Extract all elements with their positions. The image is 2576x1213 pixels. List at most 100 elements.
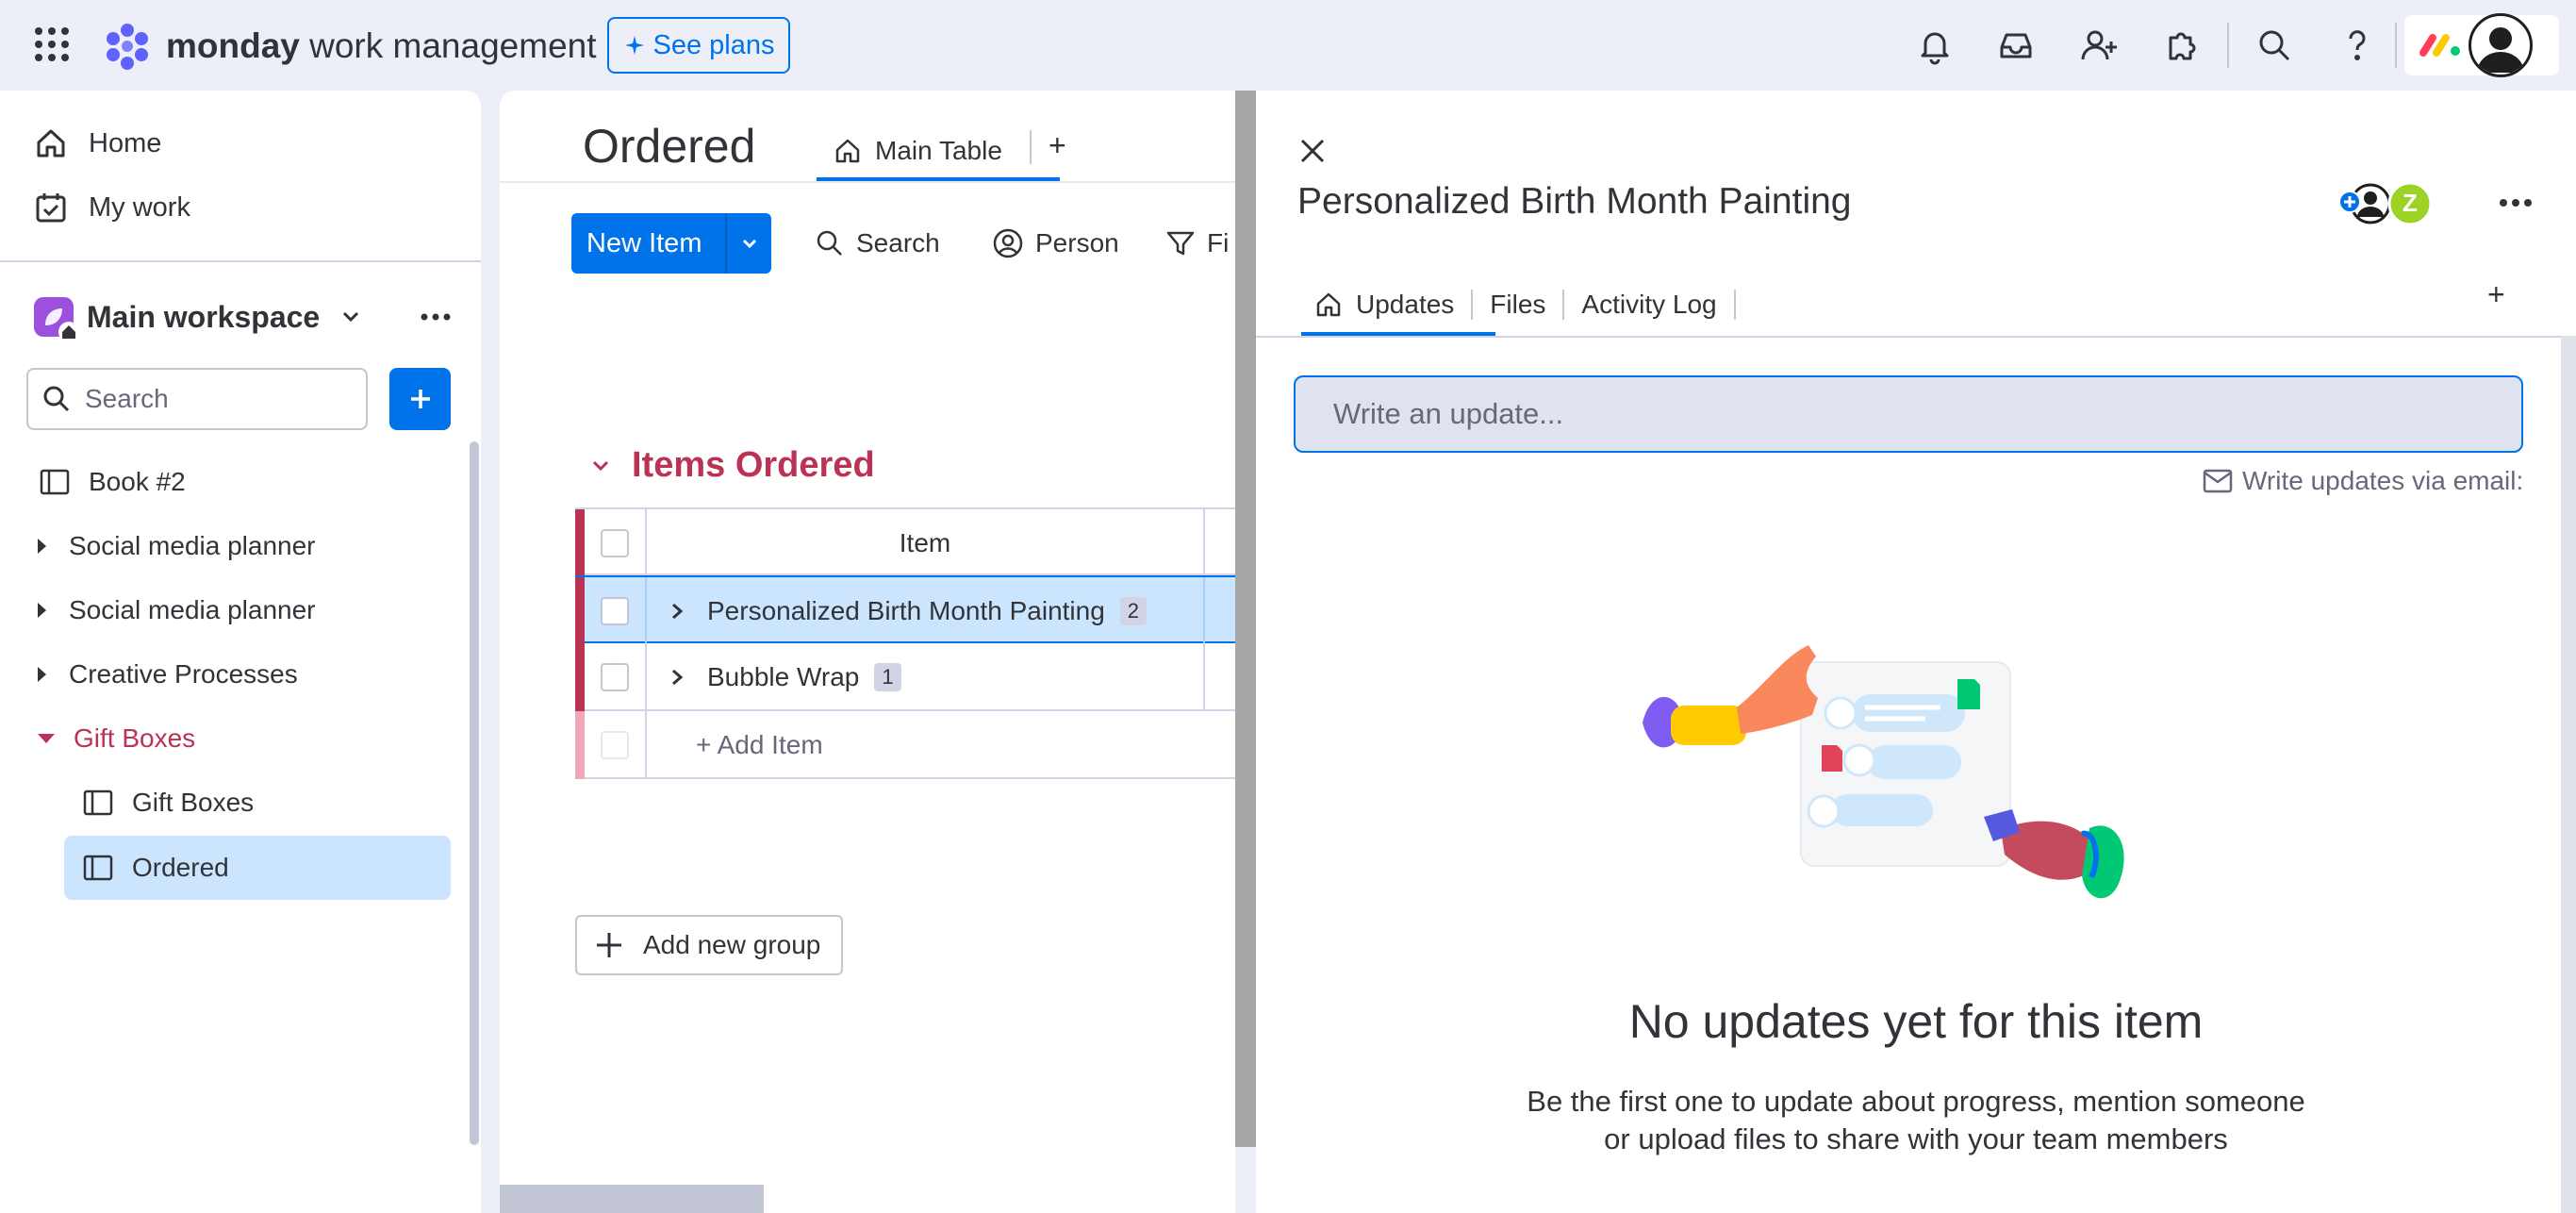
plus-icon — [597, 933, 621, 957]
invite-members-icon[interactable] — [2078, 25, 2120, 66]
sidebar-item-ordered[interactable]: Ordered — [64, 836, 451, 900]
search-icon — [817, 230, 842, 256]
home-icon — [1316, 292, 1341, 317]
item-name[interactable]: Bubble Wrap — [707, 662, 859, 692]
add-item-cell[interactable]: + Add Item — [647, 711, 1205, 779]
tab-files[interactable]: Files — [1473, 272, 1562, 338]
group-header[interactable]: Items Ordered — [588, 445, 875, 486]
calendar-check-icon — [36, 193, 66, 223]
empty-state-line: Be the first one to update about progres… — [1527, 1085, 2305, 1118]
person-filter-button[interactable]: Person — [992, 223, 1119, 264]
user-avatar[interactable] — [2469, 13, 2533, 77]
sidebar-item-book-2[interactable]: Book #2 — [40, 455, 186, 509]
add-board-button[interactable] — [389, 368, 451, 430]
search-tool-button[interactable]: Search — [815, 223, 940, 264]
envelope-icon — [2203, 469, 2233, 493]
plus-icon — [410, 390, 430, 408]
panel-tabs: Updates Files Activity Log — [1297, 272, 1736, 338]
sidebar-item-label: Ordered — [132, 853, 229, 882]
board-title[interactable]: Ordered — [583, 119, 755, 174]
chevron-down-icon[interactable] — [588, 454, 613, 478]
sidebar-folder-gift-boxes[interactable]: Gift Boxes — [38, 711, 195, 766]
home-icon — [37, 129, 65, 158]
search-icon[interactable] — [2254, 25, 2295, 66]
table-row[interactable]: Bubble Wrap 1 — [575, 643, 1235, 711]
chevron-down-icon — [742, 239, 756, 249]
row-checkbox[interactable] — [601, 663, 629, 691]
item-name-cell[interactable]: Bubble Wrap 1 — [647, 643, 1205, 711]
add-item-row[interactable]: + Add Item — [575, 711, 1235, 779]
subitem-count-badge[interactable]: 1 — [874, 663, 901, 691]
help-icon[interactable] — [2337, 25, 2378, 66]
tab-main-table[interactable]: Main Table — [817, 123, 1019, 179]
add-view-button[interactable]: + — [1049, 128, 1066, 163]
board-header-divider — [500, 181, 1235, 183]
sidebar-item-label: Gift Boxes — [132, 788, 255, 817]
see-plans-button[interactable]: See plans — [607, 17, 790, 74]
column-header-item[interactable]: Item — [647, 509, 1205, 577]
tab-updates[interactable]: Updates — [1297, 272, 1471, 338]
board-icon — [40, 469, 70, 495]
sidebar-item-home[interactable]: Home — [34, 117, 161, 170]
sidebar-item-gift-boxes[interactable]: Gift Boxes — [64, 775, 451, 830]
update-placeholder: Write an update... — [1333, 397, 1564, 430]
sidebar-folder-social-media-planner[interactable]: Social media planner — [38, 583, 316, 638]
item-more-icon[interactable] — [2497, 189, 2535, 217]
workspace-selector[interactable]: Main workspace — [34, 291, 451, 343]
item-name[interactable]: Personalized Birth Month Painting — [707, 596, 1105, 626]
caret-down-icon — [38, 734, 55, 743]
chevron-right-icon[interactable] — [668, 602, 686, 621]
horizontal-scrollbar[interactable] — [500, 1185, 764, 1213]
brand-name: monday work management — [166, 26, 597, 65]
monday-logo-icon — [102, 21, 153, 72]
empty-state-title: No updates yet for this item — [1628, 995, 2204, 1048]
top-bar: monday work management See plans — [0, 0, 2576, 91]
apps-marketplace-icon[interactable] — [2161, 25, 2203, 66]
item-title[interactable]: Personalized Birth Month Painting — [1297, 181, 1852, 223]
apps-grid-icon[interactable] — [34, 26, 70, 62]
tab-label: Activity Log — [1581, 290, 1717, 319]
inbox-icon[interactable] — [1995, 25, 2037, 66]
group-title[interactable]: Items Ordered — [632, 445, 875, 486]
board-icon — [83, 789, 113, 816]
row-checkbox[interactable] — [601, 597, 629, 625]
brand-logo[interactable]: monday work management — [102, 21, 597, 72]
group-color-bar — [575, 711, 585, 779]
tab-activity-log[interactable]: Activity Log — [1564, 272, 1733, 338]
close-icon[interactable] — [1297, 136, 1328, 166]
write-updates-via-email-link[interactable]: Write updates via email: — [2203, 466, 2523, 496]
workspace-more-icon[interactable] — [419, 302, 453, 332]
sidebar-scrollbar[interactable] — [470, 441, 479, 1145]
table-row[interactable]: Personalized Birth Month Painting 2 — [575, 575, 1235, 645]
new-item-label: New Item — [586, 227, 702, 258]
sidebar-item-my-work[interactable]: My work — [34, 181, 190, 234]
panel-scrollbar[interactable] — [2561, 336, 2576, 1213]
sidebar-folder-creative-processes[interactable]: Creative Processes — [38, 647, 298, 702]
group-color-bar — [575, 577, 585, 645]
empty-updates-illustration — [1643, 628, 2171, 930]
subitem-count-badge[interactable]: 2 — [1119, 597, 1148, 625]
notifications-bell-icon[interactable] — [1914, 25, 1956, 66]
sidebar-folder-social-media-planner[interactable]: Social media planner — [38, 519, 316, 573]
sidebar-item-label: Home — [89, 127, 162, 158]
home-icon — [835, 139, 860, 163]
add-new-group-button[interactable]: Add new group — [575, 915, 843, 975]
chevron-right-icon[interactable] — [668, 668, 686, 687]
item-name-cell[interactable]: Personalized Birth Month Painting 2 — [647, 577, 1205, 645]
select-all-checkbox[interactable] — [601, 529, 629, 557]
sidebar-item-label: Book #2 — [89, 467, 186, 496]
item-subscribers[interactable]: Z — [2337, 177, 2440, 230]
chevron-down-icon[interactable] — [338, 304, 364, 330]
add-item-input[interactable]: + Add Item — [696, 730, 823, 760]
panel-resize-handle[interactable] — [1235, 91, 1256, 1147]
sidebar-search-input[interactable]: Search — [26, 368, 368, 430]
write-update-input[interactable]: Write an update... — [1294, 375, 2523, 453]
sidebar-item-label: Gift Boxes — [74, 723, 196, 753]
add-panel-tab-button[interactable]: + — [2487, 277, 2505, 312]
email-link-label: Write updates via email: — [2242, 466, 2524, 495]
new-item-dropdown[interactable] — [727, 232, 771, 255]
filter-button[interactable]: Fi — [1165, 223, 1229, 264]
new-item-button[interactable]: New Item — [571, 213, 771, 274]
caret-right-icon — [38, 667, 46, 682]
column-header-label: Item — [899, 528, 951, 557]
